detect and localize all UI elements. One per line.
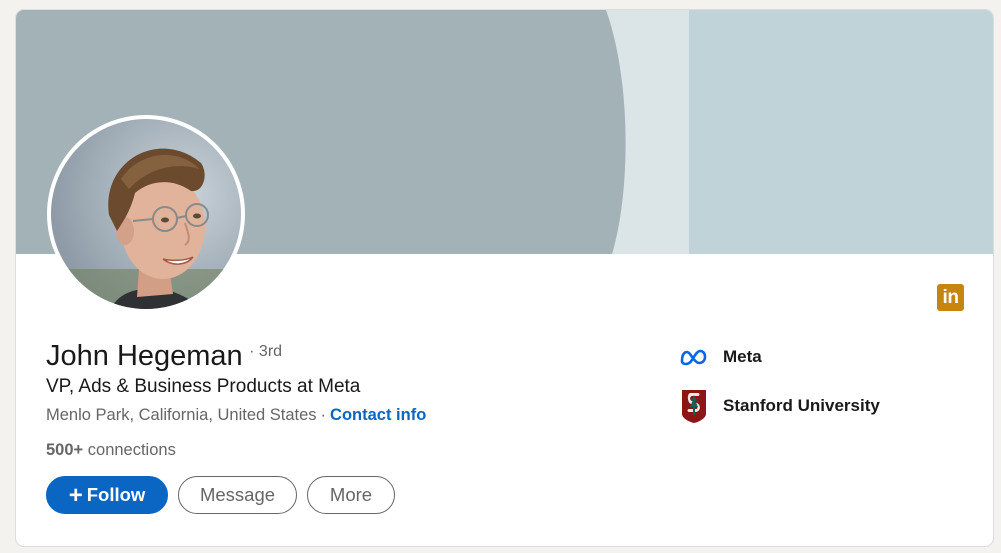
org-name-meta: Meta: [723, 347, 762, 366]
meta-logo-icon: [679, 348, 709, 366]
org-name-stanford: Stanford University: [723, 396, 880, 415]
profile-location: Menlo Park, California, United States: [46, 406, 317, 424]
plus-icon: +: [68, 482, 83, 509]
connections-label: connections: [87, 441, 176, 459]
profile-name: John Hegeman: [46, 340, 243, 372]
profile-name-row: John Hegeman · 3rd: [46, 340, 282, 373]
profile-photo[interactable]: [47, 115, 245, 313]
profile-photo-image: [51, 119, 241, 309]
profile-location-row: Menlo Park, California, United States · Co…: [46, 406, 426, 425]
profile-headline: VP, Ads & Business Products at Meta: [46, 376, 361, 397]
follow-label: Follow: [86, 484, 146, 505]
profile-card: in John Hegeman · 3rd VP, Ads & Business…: [15, 9, 994, 547]
more-button[interactable]: More: [307, 476, 395, 514]
stanford-logo-icon: [679, 388, 709, 424]
follow-button[interactable]: + Follow: [46, 476, 168, 514]
message-button[interactable]: Message: [178, 476, 297, 514]
contact-info-link[interactable]: Contact info: [330, 406, 426, 424]
connection-degree: · 3rd: [249, 343, 283, 360]
connections-number: 500+: [46, 441, 84, 459]
org-stanford[interactable]: Stanford University: [679, 388, 880, 424]
separator-dot: ·: [320, 406, 327, 424]
connections-count[interactable]: 500+ connections: [46, 441, 176, 460]
linkedin-icon: in: [937, 284, 964, 311]
org-meta[interactable]: Meta: [679, 344, 762, 370]
